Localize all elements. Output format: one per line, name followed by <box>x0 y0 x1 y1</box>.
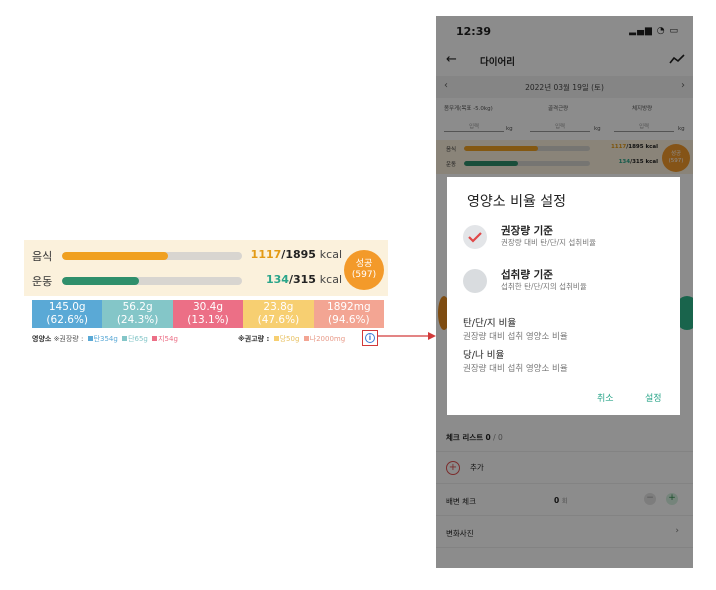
badge-status: 성공 <box>355 259 373 270</box>
sugar-sodium-title: 당/나 비율 <box>463 350 505 361</box>
sugar-amount: 23.8g <box>263 301 294 313</box>
sugar-sodium-section: 당/나 비율 권장량 대비 섭취 영양소 비율 <box>463 347 568 374</box>
info-highlight[interactable]: i <box>362 330 378 346</box>
recommended-legend: 영양소 ※권장량 : 탄354g 단65g 지54g <box>32 334 178 344</box>
protein-pct: (24.3%) <box>116 314 159 326</box>
exercise-progress-track <box>62 277 242 285</box>
legend-fat: 지54g <box>158 335 178 343</box>
fat-amount: 30.4g <box>192 301 224 313</box>
sodium-swatch <box>303 336 309 341</box>
nutrient-sodium: 1892mg (94.6%) <box>313 300 385 328</box>
sugar-sodium-sub: 권장량 대비 섭취 영양소 비율 <box>463 364 568 374</box>
nutrient-ratio-bar: 145.0g (62.6%) 56.2g (24.3%) 30.4g (13.1%) … <box>32 300 385 328</box>
food-progress-fill <box>62 252 169 260</box>
sugar-pct: (47.6%) <box>257 314 300 326</box>
macro-ratio-sub: 권장량 대비 섭취 영양소 비율 <box>463 332 568 342</box>
exercise-label: 운동 <box>32 275 53 288</box>
exercise-row: 운동 134/315 kcal <box>24 273 388 289</box>
calorie-summary: 음식 1117/1895 kcal 운동 134/315 kcal 성공 (59… <box>24 240 388 296</box>
dialog-title: 영양소 비율 설정 <box>467 194 567 210</box>
carb-pct: (62.6%) <box>46 314 88 326</box>
option-recommended[interactable]: 권장량 기준 권장량 대비 탄/단/지 섭취비율 <box>463 223 673 251</box>
exercise-goal: /315 <box>288 273 316 286</box>
zoomed-summary-panel: 음식 1117/1895 kcal 운동 134/315 kcal 성공 (59… <box>24 240 388 346</box>
nutrient-ratio-dialog: 영양소 비율 설정 권장량 기준 권장량 대비 탄/단/지 섭취비율 섭취량 기… <box>447 177 680 415</box>
legend-title: 영양소 <box>32 335 52 343</box>
option-recommended-title: 권장량 기준 <box>501 225 553 237</box>
food-label: 음식 <box>32 250 53 263</box>
fat-swatch <box>152 336 158 341</box>
success-badge: 성공 (597) <box>344 250 384 290</box>
protein-amount: 56.2g <box>122 301 153 313</box>
option-intake[interactable]: 섭취량 기준 섭취한 탄/단/지의 섭취비율 <box>463 267 673 295</box>
nutrient-protein: 56.2g (24.3%) <box>102 300 173 328</box>
check-icon <box>468 232 482 243</box>
food-goal: /1895 <box>281 248 316 261</box>
radio-unchecked[interactable] <box>463 269 487 293</box>
callout-arrow <box>378 332 436 340</box>
fat-pct: (13.1%) <box>187 314 229 326</box>
exercise-unit: kcal <box>319 273 342 286</box>
sodium-amount: 1892mg <box>327 301 371 313</box>
cancel-button[interactable]: 취소 <box>597 391 614 404</box>
food-row: 음식 1117/1895 kcal <box>24 248 388 264</box>
legend-advised-label: ※권고량 : <box>238 335 270 343</box>
food-progress-track <box>62 252 242 260</box>
food-unit: kcal <box>319 248 342 261</box>
badge-amount: (597) <box>351 270 377 280</box>
sugar-swatch <box>273 336 279 341</box>
sodium-pct: (94.6%) <box>328 314 370 326</box>
option-intake-sub: 섭취한 탄/단/지의 섭취비율 <box>501 282 587 291</box>
advised-legend: ※권고량 : 당50g 나2000mg <box>238 334 345 344</box>
nutrient-fat: 30.4g (13.1%) <box>172 300 244 328</box>
macro-ratio-title: 탄/단/지 비율 <box>463 318 517 329</box>
protein-swatch <box>122 336 128 341</box>
legend-protein: 단65g <box>128 335 148 343</box>
nutrient-legend: 영양소 ※권장량 : 탄354g 단65g 지54g ※권고량 : 당50g 나… <box>24 330 388 346</box>
legend-carb: 탄354g <box>93 335 118 343</box>
legend-sugar: 당50g <box>279 335 300 343</box>
exercise-progress-fill <box>62 277 140 285</box>
exercise-calories: 134/315 kcal <box>250 273 342 286</box>
food-calories: 1117/1895 kcal <box>250 248 342 261</box>
confirm-button[interactable]: 설정 <box>645 391 662 404</box>
legend-recommended-label: ※권장량 : <box>53 335 84 343</box>
radio-checked[interactable] <box>463 225 487 249</box>
carb-swatch <box>87 336 93 341</box>
option-intake-title: 섭취량 기준 <box>501 269 553 281</box>
info-icon[interactable]: i <box>365 333 375 343</box>
carb-amount: 145.0g <box>48 301 86 313</box>
legend-sodium: 나2000mg <box>309 335 346 343</box>
food-value: 1117 <box>250 248 282 261</box>
option-recommended-sub: 권장량 대비 탄/단/지 섭취비율 <box>501 238 597 247</box>
nutrient-carb: 145.0g (62.6%) <box>32 300 103 328</box>
macro-ratio-section: 탄/단/지 비율 권장량 대비 섭취 영양소 비율 <box>463 315 568 342</box>
nutrient-sugar: 23.8g (47.6%) <box>243 300 314 328</box>
exercise-value: 134 <box>265 273 289 286</box>
